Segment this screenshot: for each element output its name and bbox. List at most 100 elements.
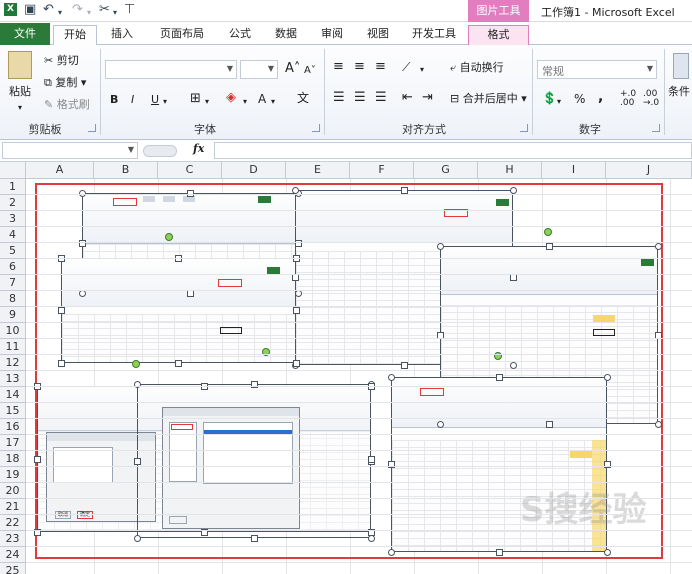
align-center-icon[interactable]: ☰ [354,91,366,105]
row-header-19[interactable]: 19 [0,467,26,483]
align-top-icon[interactable]: ≡ [333,60,344,74]
column-header-a[interactable]: A [26,162,94,179]
resize-handle-icon[interactable] [388,549,395,556]
undo-dropdown-icon[interactable]: ▾ [58,6,62,20]
column-header-g[interactable]: G [414,162,478,179]
increase-decimal-icon[interactable]: +.0.00 [620,90,636,108]
column-header-b[interactable]: B [94,162,158,179]
dialog-cancel-button[interactable]: 取消 [55,511,71,519]
resize-handle-icon[interactable] [58,360,65,367]
tab-view[interactable]: 视图 [358,25,398,45]
resize-handle-icon[interactable] [401,187,408,194]
tab-file[interactable]: 文件 [0,23,50,45]
row-header-4[interactable]: 4 [0,227,26,243]
clipboard-launcher-icon[interactable] [88,124,96,132]
currency-dropdown-icon[interactable]: ▾ [557,95,561,109]
tab-insert[interactable]: 插入 [102,25,142,45]
paste-dropdown-icon[interactable]: ▾ [18,101,22,115]
font-color-icon[interactable]: A [258,92,266,106]
resize-handle-icon[interactable] [187,290,194,297]
column-header-j[interactable]: J [606,162,692,179]
row-header-2[interactable]: 2 [0,195,26,211]
resize-handle-icon[interactable] [510,362,517,369]
resize-handle-icon[interactable] [496,374,503,381]
worksheet[interactable]: A B C D E F G H I J 确定 取消 S搜经验 1 2 3 4 5… [0,162,692,574]
resize-handle-icon[interactable] [34,456,41,463]
row-header-13[interactable]: 13 [0,371,26,387]
percent-button[interactable]: % [574,92,585,106]
resize-handle-icon[interactable] [437,421,444,428]
underline-dropdown-icon[interactable]: ▾ [163,95,167,109]
border-dropdown-icon[interactable]: ▾ [205,95,209,109]
row-header-15[interactable]: 15 [0,403,26,419]
column-header-e[interactable]: E [286,162,350,179]
row-header-22[interactable]: 22 [0,515,26,531]
tab-developer[interactable]: 开发工具 [404,25,464,45]
resize-handle-icon[interactable] [388,374,395,381]
merge-center-button[interactable]: ⊟ 合并后居中 ▾ [450,92,527,106]
tools-icon[interactable]: ✂ [99,3,110,17]
resize-handle-icon[interactable] [496,549,503,556]
resize-handle-icon[interactable] [134,535,141,542]
resize-handle-icon[interactable] [604,549,611,556]
row-header-9[interactable]: 9 [0,307,26,323]
dialog-ok-button[interactable]: 确定 [77,511,93,519]
row-header-16[interactable]: 16 [0,419,26,435]
row-header-8[interactable]: 8 [0,291,26,307]
row-header-17[interactable]: 17 [0,435,26,451]
row-header-1[interactable]: 1 [0,179,26,195]
save-icon[interactable]: ▣ [24,3,36,17]
row-header-7[interactable]: 7 [0,275,26,291]
resize-handle-icon[interactable] [368,456,375,463]
resize-handle-icon[interactable] [58,307,65,314]
font-launcher-icon[interactable] [312,124,320,132]
resize-handle-icon[interactable] [655,243,662,250]
orientation-dropdown-icon[interactable]: ▾ [420,63,424,77]
row-header-6[interactable]: 6 [0,259,26,275]
row-header-23[interactable]: 23 [0,531,26,547]
row-header-25[interactable]: 25 [0,563,26,574]
fill-color-icon[interactable]: ◈ [226,91,236,105]
column-header-i[interactable]: I [542,162,606,179]
row-header-3[interactable]: 3 [0,211,26,227]
align-left-icon[interactable]: ☰ [333,91,345,105]
format-painter-button[interactable]: ✎ 格式刷 [44,98,90,112]
currency-icon[interactable]: 💲 [542,91,557,105]
paste-button[interactable]: 粘贴 [9,85,31,99]
tab-review[interactable]: 审阅 [312,25,352,45]
conditional-format-button[interactable]: 条件 [668,85,690,99]
resize-handle-icon[interactable] [546,243,553,250]
fill-color-dropdown-icon[interactable]: ▾ [243,95,247,109]
resize-handle-icon[interactable] [293,307,300,314]
resize-handle-icon[interactable] [368,535,375,542]
increase-indent-icon[interactable]: ⇥ [422,91,433,105]
resize-handle-icon[interactable] [510,187,517,194]
resize-handle-icon[interactable] [251,535,258,542]
resize-handle-icon[interactable] [510,274,517,281]
resize-handle-icon[interactable] [134,458,141,465]
rotate-handle-icon[interactable] [544,228,552,236]
tab-formulas[interactable]: 公式 [220,25,260,45]
decrease-indent-icon[interactable]: ⇤ [402,91,413,105]
phonetic-icon[interactable]: 文 [297,91,309,105]
resize-handle-icon[interactable] [292,274,299,281]
font-name-combo[interactable]: ▼ [105,60,237,79]
comma-button[interactable]: , [598,90,603,104]
undo-icon[interactable]: ↶ [43,3,54,17]
insert-function-button[interactable]: fx [193,142,204,155]
resize-handle-icon[interactable] [292,187,299,194]
align-right-icon[interactable]: ☰ [375,91,387,105]
font-size-combo[interactable]: ▼ [240,60,278,79]
formula-bar-splitter[interactable] [143,145,177,157]
decrease-decimal-icon[interactable]: .00 →.0 [643,90,659,108]
column-header-c[interactable]: C [158,162,222,179]
resize-handle-icon[interactable] [79,290,86,297]
wrap-text-button[interactable]: ⤶ 自动换行 [450,61,504,75]
column-header-d[interactable]: D [222,162,286,179]
qat-dropdown-icon[interactable]: ▾ [113,6,117,20]
resize-handle-icon[interactable] [546,421,553,428]
name-box[interactable]: ▼ [2,142,138,159]
formula-input[interactable] [214,142,692,159]
orientation-icon[interactable]: ⟋ [402,60,410,74]
column-header-h[interactable]: H [478,162,542,179]
